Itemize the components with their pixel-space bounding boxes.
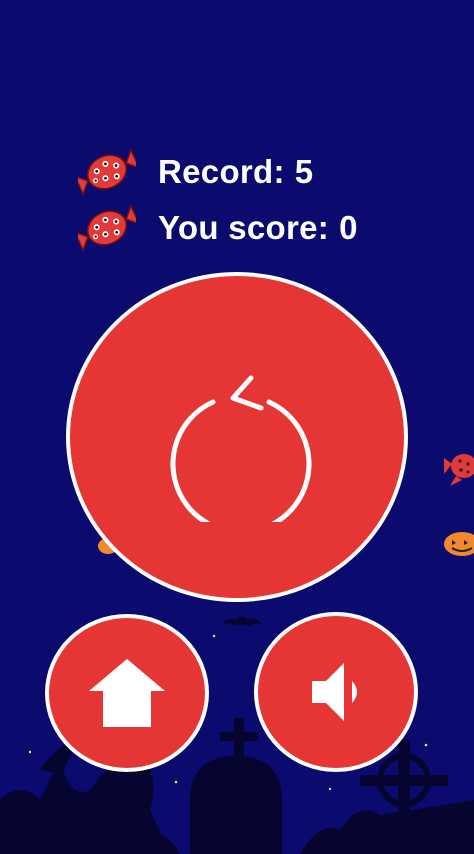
restart-button[interactable] [66, 272, 408, 602]
speaker-icon [312, 663, 357, 721]
floating-candy-icon [444, 454, 474, 486]
current-score-label: You score: [158, 209, 330, 246]
home-icon [89, 659, 165, 727]
current-score-text: You score: 0 [158, 209, 358, 247]
floating-pumpkin-icon [444, 532, 474, 556]
record-value: 5 [294, 153, 314, 190]
record-text: Record: 5 [158, 153, 313, 191]
current-score-row: You score: 0 [78, 198, 358, 258]
record-label: Record: [158, 153, 285, 190]
record-row: Record: 5 [78, 142, 313, 202]
candy-icon [78, 203, 136, 253]
current-score-value: 0 [339, 209, 358, 246]
candy-icon [78, 147, 136, 197]
bat-icon [222, 616, 262, 626]
sound-button[interactable] [254, 612, 418, 772]
restart-icon [170, 375, 312, 522]
home-button[interactable] [45, 614, 209, 772]
